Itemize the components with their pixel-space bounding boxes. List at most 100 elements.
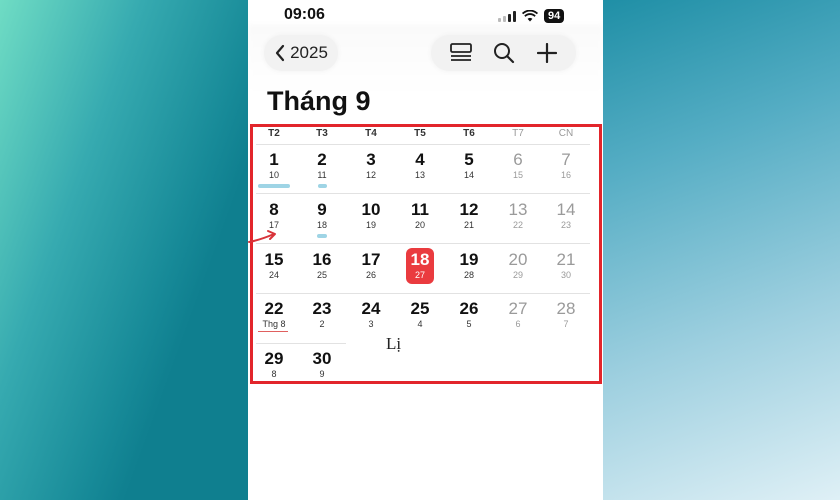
lunar-date: 17 xyxy=(268,220,279,230)
weekday-t7: T7 xyxy=(512,128,524,139)
event-indicator xyxy=(317,234,327,238)
weekday-t6: T6 xyxy=(463,128,475,139)
day-number: 27 xyxy=(508,299,528,318)
search-button[interactable] xyxy=(489,38,519,68)
week-separator xyxy=(256,293,590,294)
day-cell-18[interactable]: 18 27 xyxy=(400,250,440,281)
list-view-icon xyxy=(449,43,472,61)
list-view-button[interactable] xyxy=(446,38,476,68)
day-cell-28[interactable]: 28 7 xyxy=(546,299,586,330)
lunar-date: 18 xyxy=(316,220,327,230)
day-cell-7[interactable]: 7 16 xyxy=(546,150,586,181)
day-number: 6 xyxy=(513,150,523,169)
day-cell-30[interactable]: 30 9 xyxy=(302,349,342,380)
lunar-date: 23 xyxy=(560,220,571,230)
day-cell-2[interactable]: 2 11 xyxy=(302,150,342,181)
day-cell-29[interactable]: 29 8 xyxy=(254,349,294,380)
day-cell-9[interactable]: 9 18 xyxy=(302,200,342,231)
lunar-date: 24 xyxy=(268,270,279,280)
week-separator xyxy=(256,144,590,145)
add-event-button[interactable] xyxy=(532,38,562,68)
day-cell-25[interactable]: 25 4 xyxy=(400,299,440,330)
day-number: 23 xyxy=(312,299,332,318)
lunar-date: 8 xyxy=(271,369,277,379)
weekday-t2: T2 xyxy=(268,128,280,139)
week-separator xyxy=(256,243,590,244)
lunar-date: 10 xyxy=(268,170,279,180)
day-number: 3 xyxy=(366,150,376,169)
day-number: 25 xyxy=(410,299,430,318)
lunar-date: 3 xyxy=(368,319,374,329)
day-number: 19 xyxy=(459,250,479,269)
phone-screen: 09:06 94 2025 Tháng 9 T2 T3 T4 T5 T6 T7 … xyxy=(248,0,603,500)
day-number: 10 xyxy=(361,200,381,219)
day-number: 22 xyxy=(264,299,284,318)
day-cell-8[interactable]: 8 17 xyxy=(254,200,294,231)
wifi-icon xyxy=(522,10,538,22)
day-cell-3[interactable]: 3 12 xyxy=(351,150,391,181)
day-cell-20[interactable]: 20 29 xyxy=(498,250,538,281)
day-number: 16 xyxy=(312,250,332,269)
day-cell-14[interactable]: 14 23 xyxy=(546,200,586,231)
day-number: 30 xyxy=(312,349,332,368)
day-cell-22[interactable]: 22 Thg 8 xyxy=(254,299,294,330)
day-cell-12[interactable]: 12 21 xyxy=(449,200,489,231)
lunar-date: 9 xyxy=(319,369,325,379)
day-cell-5[interactable]: 5 14 xyxy=(449,150,489,181)
day-number: 18 xyxy=(410,250,430,269)
day-number: 7 xyxy=(561,150,571,169)
day-cell-6[interactable]: 6 15 xyxy=(498,150,538,181)
day-number: 20 xyxy=(508,250,528,269)
day-number: 2 xyxy=(317,150,327,169)
lunar-date: 19 xyxy=(365,220,376,230)
day-number: 21 xyxy=(556,250,576,269)
day-cell-27[interactable]: 27 6 xyxy=(498,299,538,330)
day-cell-21[interactable]: 21 30 xyxy=(546,250,586,281)
lunar-date: 12 xyxy=(365,170,376,180)
lunar-date: 22 xyxy=(512,220,523,230)
week-separator xyxy=(256,343,346,344)
lunar-date: 28 xyxy=(463,270,474,280)
day-cell-26[interactable]: 26 5 xyxy=(449,299,489,330)
lunar-date: 27 xyxy=(414,270,425,280)
day-number: 15 xyxy=(264,250,284,269)
lunar-date: 21 xyxy=(463,220,474,230)
lunar-date: 25 xyxy=(316,270,327,280)
lunar-month-underline xyxy=(258,331,288,332)
day-number: 14 xyxy=(556,200,576,219)
back-year-button[interactable]: 2025 xyxy=(264,35,338,71)
day-cell-13[interactable]: 13 22 xyxy=(498,200,538,231)
day-number: 8 xyxy=(269,200,279,219)
weekday-t3: T3 xyxy=(316,128,328,139)
day-number: 11 xyxy=(411,200,429,219)
toolbar-pill xyxy=(431,35,576,71)
back-year-label: 2025 xyxy=(290,43,328,62)
day-cell-24[interactable]: 24 3 xyxy=(351,299,391,330)
day-cell-11[interactable]: 11 20 xyxy=(400,200,440,231)
day-cell-17[interactable]: 17 26 xyxy=(351,250,391,281)
month-title: Tháng 9 xyxy=(267,86,371,116)
event-indicator xyxy=(318,184,327,188)
day-number: 28 xyxy=(556,299,576,318)
day-number: 1 xyxy=(269,150,279,169)
day-cell-15[interactable]: 15 24 xyxy=(254,250,294,281)
lunar-date: 16 xyxy=(560,170,571,180)
cellular-signal-icon xyxy=(498,10,516,22)
day-cell-16[interactable]: 16 25 xyxy=(302,250,342,281)
day-number: 9 xyxy=(317,200,327,219)
day-cell-19[interactable]: 19 28 xyxy=(449,250,489,281)
watermark-text: Lị xyxy=(386,334,402,353)
search-icon xyxy=(493,43,514,64)
lunar-date: 5 xyxy=(466,319,472,329)
weekday-t5: T5 xyxy=(414,128,426,139)
day-cell-4[interactable]: 4 13 xyxy=(400,150,440,181)
day-number: 12 xyxy=(459,200,479,219)
day-cell-1[interactable]: 1 10 xyxy=(254,150,294,181)
day-cell-23[interactable]: 23 2 xyxy=(302,299,342,330)
weekday-cn: CN xyxy=(558,128,574,139)
day-number: 13 xyxy=(508,200,528,219)
lunar-date: 4 xyxy=(417,319,423,329)
background-right xyxy=(603,0,840,500)
day-cell-10[interactable]: 10 19 xyxy=(351,200,391,231)
day-number: 26 xyxy=(459,299,479,318)
